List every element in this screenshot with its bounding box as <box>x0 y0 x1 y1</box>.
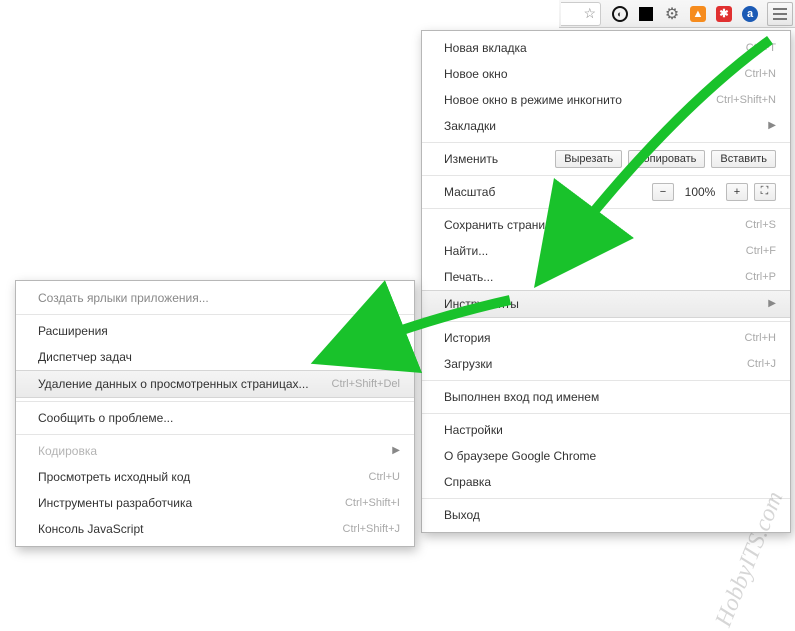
submenu-encoding[interactable]: Кодировка ▶ <box>16 438 414 464</box>
fullscreen-button[interactable]: ⛶ <box>754 183 776 201</box>
menu-edit-row: Изменить Вырезать Копировать Вставить <box>422 146 790 172</box>
menu-help[interactable]: Справка <box>422 469 790 495</box>
submenu-extensions[interactable]: Расширения <box>16 318 414 344</box>
menu-new-tab[interactable]: Новая вкладка Ctrl+T <box>422 35 790 61</box>
menu-zoom-row: Масштаб − 100% + ⛶ <box>422 179 790 205</box>
separator <box>422 208 790 209</box>
chevron-right-icon: ▶ <box>392 442 400 460</box>
menu-print[interactable]: Печать... Ctrl+P <box>422 264 790 290</box>
menu-new-window[interactable]: Новое окно Ctrl+N <box>422 61 790 87</box>
ext-icon-3[interactable]: ⚙ <box>662 4 682 24</box>
separator <box>422 175 790 176</box>
ext-icon-1[interactable]: ◐ <box>610 4 630 24</box>
menu-save-page[interactable]: Сохранить страницу как... Ctrl+S <box>422 212 790 238</box>
submenu-dev-tools[interactable]: Инструменты разработчика Ctrl+Shift+I <box>16 490 414 516</box>
separator <box>422 380 790 381</box>
chevron-right-icon: ▶ <box>768 295 776 313</box>
submenu-task-manager[interactable]: Диспетчер задач Shift+Esc <box>16 344 414 370</box>
separator <box>16 401 414 402</box>
separator <box>422 321 790 322</box>
menu-downloads[interactable]: Загрузки Ctrl+J <box>422 351 790 377</box>
submenu-report-issue[interactable]: Сообщить о проблеме... <box>16 405 414 431</box>
menu-history[interactable]: История Ctrl+H <box>422 325 790 351</box>
submenu-clear-browsing-data[interactable]: Удаление данных о просмотренных страница… <box>16 370 414 398</box>
menu-about[interactable]: О браузере Google Chrome <box>422 443 790 469</box>
browser-toolbar: ☆ ◐ ⚙ ▲ ✱ a <box>559 0 795 28</box>
ext-icon-5[interactable]: ✱ <box>714 4 734 24</box>
cut-button[interactable]: Вырезать <box>555 150 622 168</box>
zoom-out-button[interactable]: − <box>652 183 674 201</box>
menu-bookmarks[interactable]: Закладки ▶ <box>422 113 790 139</box>
main-menu: Новая вкладка Ctrl+T Новое окно Ctrl+N Н… <box>421 30 791 533</box>
separator <box>422 498 790 499</box>
menu-tools[interactable]: Инструменты ▶ <box>422 290 790 318</box>
tools-submenu: Создать ярлыки приложения... Расширения … <box>15 280 415 547</box>
zoom-value: 100% <box>680 185 720 199</box>
zoom-in-button[interactable]: + <box>726 183 748 201</box>
submenu-view-source[interactable]: Просмотреть исходный код Ctrl+U <box>16 464 414 490</box>
separator <box>422 413 790 414</box>
menu-incognito[interactable]: Новое окно в режиме инкогнито Ctrl+Shift… <box>422 87 790 113</box>
menu-exit[interactable]: Выход <box>422 502 790 528</box>
separator <box>16 434 414 435</box>
copy-button[interactable]: Копировать <box>628 150 705 168</box>
separator <box>16 314 414 315</box>
star-icon[interactable]: ☆ <box>583 5 596 22</box>
address-bar-end[interactable]: ☆ <box>561 2 601 26</box>
submenu-create-shortcuts[interactable]: Создать ярлыки приложения... <box>16 285 414 311</box>
ext-icon-2[interactable] <box>636 4 656 24</box>
rss-icon[interactable]: ▲ <box>688 4 708 24</box>
ext-icon-6[interactable]: a <box>740 4 760 24</box>
menu-settings[interactable]: Настройки <box>422 417 790 443</box>
paste-button[interactable]: Вставить <box>711 150 776 168</box>
menu-find[interactable]: Найти... Ctrl+F <box>422 238 790 264</box>
chevron-right-icon: ▶ <box>768 117 776 135</box>
menu-signed-in[interactable]: Выполнен вход под именем <box>422 384 790 410</box>
separator <box>422 142 790 143</box>
submenu-js-console[interactable]: Консоль JavaScript Ctrl+Shift+J <box>16 516 414 542</box>
hamburger-menu-button[interactable] <box>767 2 793 26</box>
